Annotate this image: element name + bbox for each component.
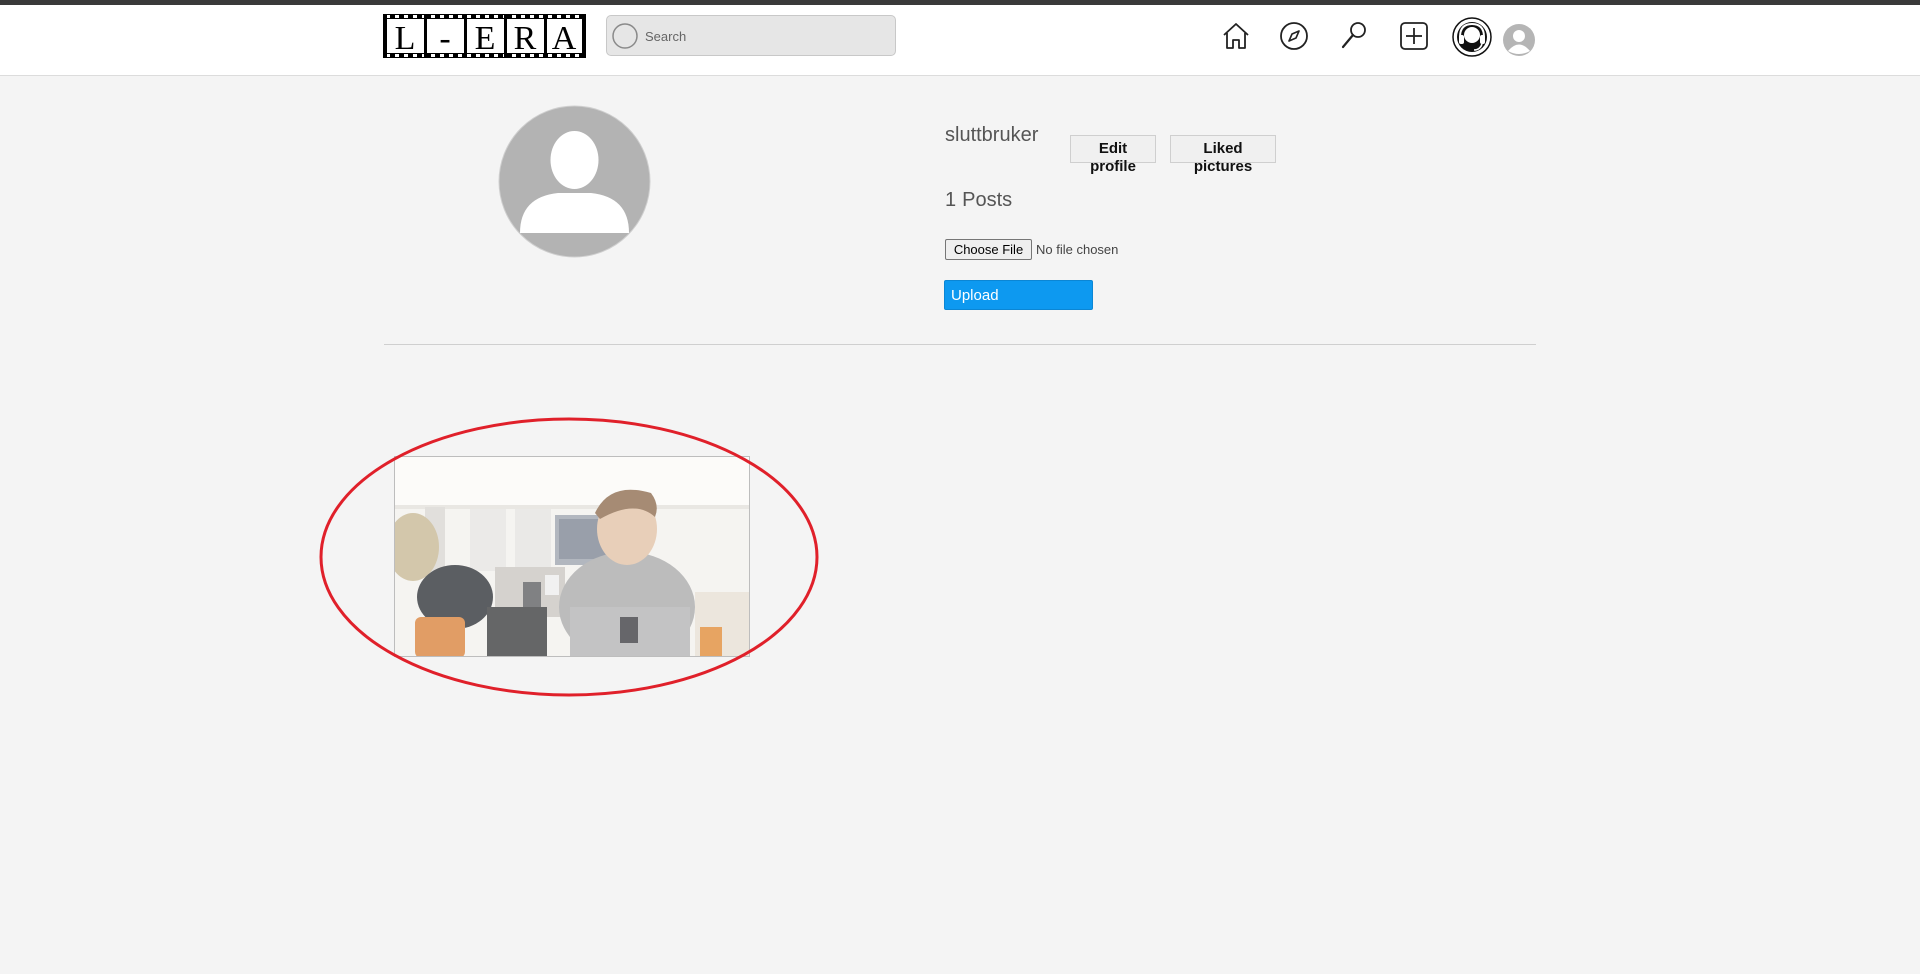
- logo-letter: -: [439, 20, 450, 57]
- search-input[interactable]: [645, 26, 885, 46]
- search-box[interactable]: [606, 15, 896, 56]
- post-count-number: 1: [945, 189, 957, 211]
- profile-picture: [498, 105, 651, 258]
- edit-profile-button[interactable]: Edit profile: [1070, 135, 1156, 175]
- home-icon[interactable]: [1220, 20, 1252, 52]
- section-divider: [384, 344, 1536, 345]
- search-icon: [612, 23, 638, 49]
- navbar: L - E R A: [0, 5, 1920, 76]
- liked-pictures-button[interactable]: Liked pictures: [1170, 135, 1276, 175]
- upload-button[interactable]: Upload: [944, 280, 1093, 310]
- post-image: [395, 457, 749, 656]
- compass-icon[interactable]: [1278, 20, 1310, 52]
- post-count-label: Posts: [962, 189, 1013, 211]
- magnifier-icon[interactable]: [1338, 20, 1370, 52]
- headset-icon[interactable]: [1452, 17, 1492, 57]
- logo-letter: A: [552, 20, 577, 57]
- profile-username: sluttbruker: [945, 124, 1039, 146]
- site-logo[interactable]: L - E R A: [383, 14, 586, 58]
- logo-letter: R: [514, 20, 537, 57]
- post-thumbnail[interactable]: [394, 456, 750, 657]
- choose-file-button[interactable]: Choose File: [945, 239, 1032, 260]
- post-count: 1 Posts: [945, 189, 1018, 212]
- logo-letter: L: [395, 20, 416, 57]
- avatar-icon[interactable]: [1503, 24, 1535, 56]
- file-status: No file chosen: [1036, 242, 1119, 257]
- plus-square-icon[interactable]: [1398, 20, 1430, 52]
- logo-letter: E: [475, 20, 496, 57]
